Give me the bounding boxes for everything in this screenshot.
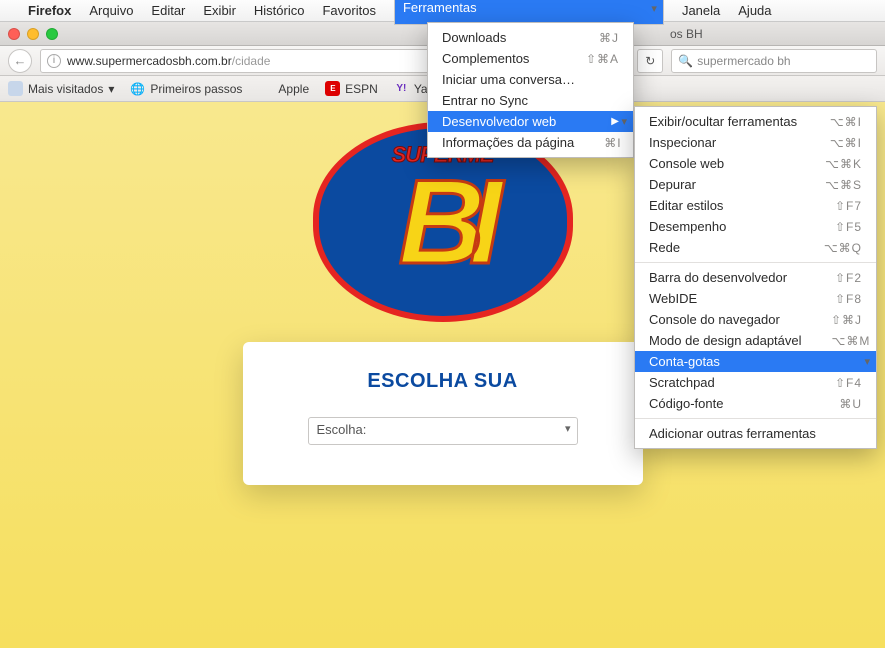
- chevron-down-icon: ▾: [108, 82, 114, 96]
- ferramentas-menu: Downloads⌘J Complementos⇧⌘A Iniciar uma …: [427, 22, 634, 158]
- menu-item-console-navegador[interactable]: Console do navegador⇧⌘J: [635, 309, 876, 330]
- menu-historico[interactable]: Histórico: [254, 3, 305, 18]
- bookmark-label: Apple: [278, 82, 309, 96]
- menu-separator: [635, 418, 876, 419]
- app-name[interactable]: Firefox: [28, 3, 71, 18]
- menu-exibir[interactable]: Exibir: [203, 3, 236, 18]
- bookmark-apple[interactable]: Apple: [258, 81, 309, 96]
- menu-item-entrar-sync[interactable]: Entrar no Sync: [428, 90, 633, 111]
- city-select[interactable]: Escolha:: [308, 417, 578, 445]
- globe-icon: [130, 81, 145, 96]
- menu-item-barra-dev[interactable]: Barra do desenvolvedor⇧F2: [635, 267, 876, 288]
- menu-favoritos[interactable]: Favoritos: [322, 3, 375, 18]
- menu-separator: [635, 262, 876, 263]
- menu-item-editar-estilos[interactable]: Editar estilos⇧F7: [635, 195, 876, 216]
- menu-item-rede[interactable]: Rede⌥⌘Q: [635, 237, 876, 258]
- search-box[interactable]: 🔍 supermercado bh: [671, 49, 877, 73]
- menu-item-downloads[interactable]: Downloads⌘J: [428, 27, 633, 48]
- menu-item-console-web[interactable]: Console web⌥⌘K: [635, 153, 876, 174]
- menu-arquivo[interactable]: Arquivo: [89, 3, 133, 18]
- site-info-icon[interactable]: i: [47, 54, 61, 68]
- tab-title-fragment: os BH: [670, 27, 703, 41]
- menu-ferramentas[interactable]: Ferramentas: [394, 0, 664, 25]
- menu-item-info-pagina[interactable]: Informações da página⌘I: [428, 132, 633, 153]
- bookmark-label: Primeiros passos: [150, 82, 242, 96]
- bookmark-most-visited[interactable]: Mais visitados ▾: [8, 81, 114, 96]
- menu-item-inspecionar[interactable]: Inspecionar⌥⌘I: [635, 132, 876, 153]
- bookmark-espn[interactable]: E ESPN: [325, 81, 378, 96]
- minimize-window-button[interactable]: [27, 28, 39, 40]
- traffic-lights: [8, 28, 58, 40]
- menu-editar[interactable]: Editar: [151, 3, 185, 18]
- menu-item-complementos[interactable]: Complementos⇧⌘A: [428, 48, 633, 69]
- apple-icon: [258, 81, 273, 96]
- submenu-arrow-icon: ▶: [611, 116, 619, 127]
- menu-item-desempenho[interactable]: Desempenho⇧F5: [635, 216, 876, 237]
- menu-item-toggle-tools[interactable]: Exibir/ocultar ferramentas⌥⌘I: [635, 111, 876, 132]
- zoom-window-button[interactable]: [46, 28, 58, 40]
- back-button[interactable]: ←: [8, 49, 32, 73]
- menu-ajuda[interactable]: Ajuda: [738, 3, 771, 18]
- grid-icon: [8, 81, 23, 96]
- city-picker-card: ESCOLHA SUA Escolha:: [243, 342, 643, 485]
- menu-item-iniciar-conversa[interactable]: Iniciar uma conversa…: [428, 69, 633, 90]
- yahoo-icon: Y!: [394, 81, 409, 96]
- espn-icon: E: [325, 81, 340, 96]
- menu-item-scratchpad[interactable]: Scratchpad⇧F4: [635, 372, 876, 393]
- bookmark-label: ESPN: [345, 82, 378, 96]
- desenvolvedor-web-submenu: Exibir/ocultar ferramentas⌥⌘I Inspeciona…: [634, 106, 877, 449]
- search-icon: 🔍: [678, 54, 693, 68]
- close-window-button[interactable]: [8, 28, 20, 40]
- menu-item-depurar[interactable]: Depurar⌥⌘S: [635, 174, 876, 195]
- menu-item-adicionar-ferramentas[interactable]: Adicionar outras ferramentas: [635, 423, 876, 444]
- menu-item-conta-gotas[interactable]: Conta-gotas: [635, 351, 876, 372]
- menu-item-design-adaptavel[interactable]: Modo de design adaptável⌥⌘M: [635, 330, 876, 351]
- reload-button[interactable]: ↻: [637, 49, 663, 73]
- search-value: supermercado bh: [697, 54, 790, 68]
- bookmark-label: Mais visitados: [28, 82, 103, 96]
- menu-janela[interactable]: Janela: [682, 3, 720, 18]
- card-heading: ESCOLHA SUA: [263, 370, 623, 393]
- menu-item-codigo-fonte[interactable]: Código-fonte⌘U: [635, 393, 876, 414]
- logo-main-text: BI: [313, 162, 573, 282]
- bookmark-primeiros-passos[interactable]: Primeiros passos: [130, 81, 242, 96]
- menu-item-webide[interactable]: WebIDE⇧F8: [635, 288, 876, 309]
- macos-menubar: Firefox Arquivo Editar Exibir Histórico …: [0, 0, 885, 22]
- url-text: www.supermercadosbh.com.br/cidade: [67, 54, 270, 68]
- menu-item-desenvolvedor-web[interactable]: Desenvolvedor web▶: [428, 111, 633, 132]
